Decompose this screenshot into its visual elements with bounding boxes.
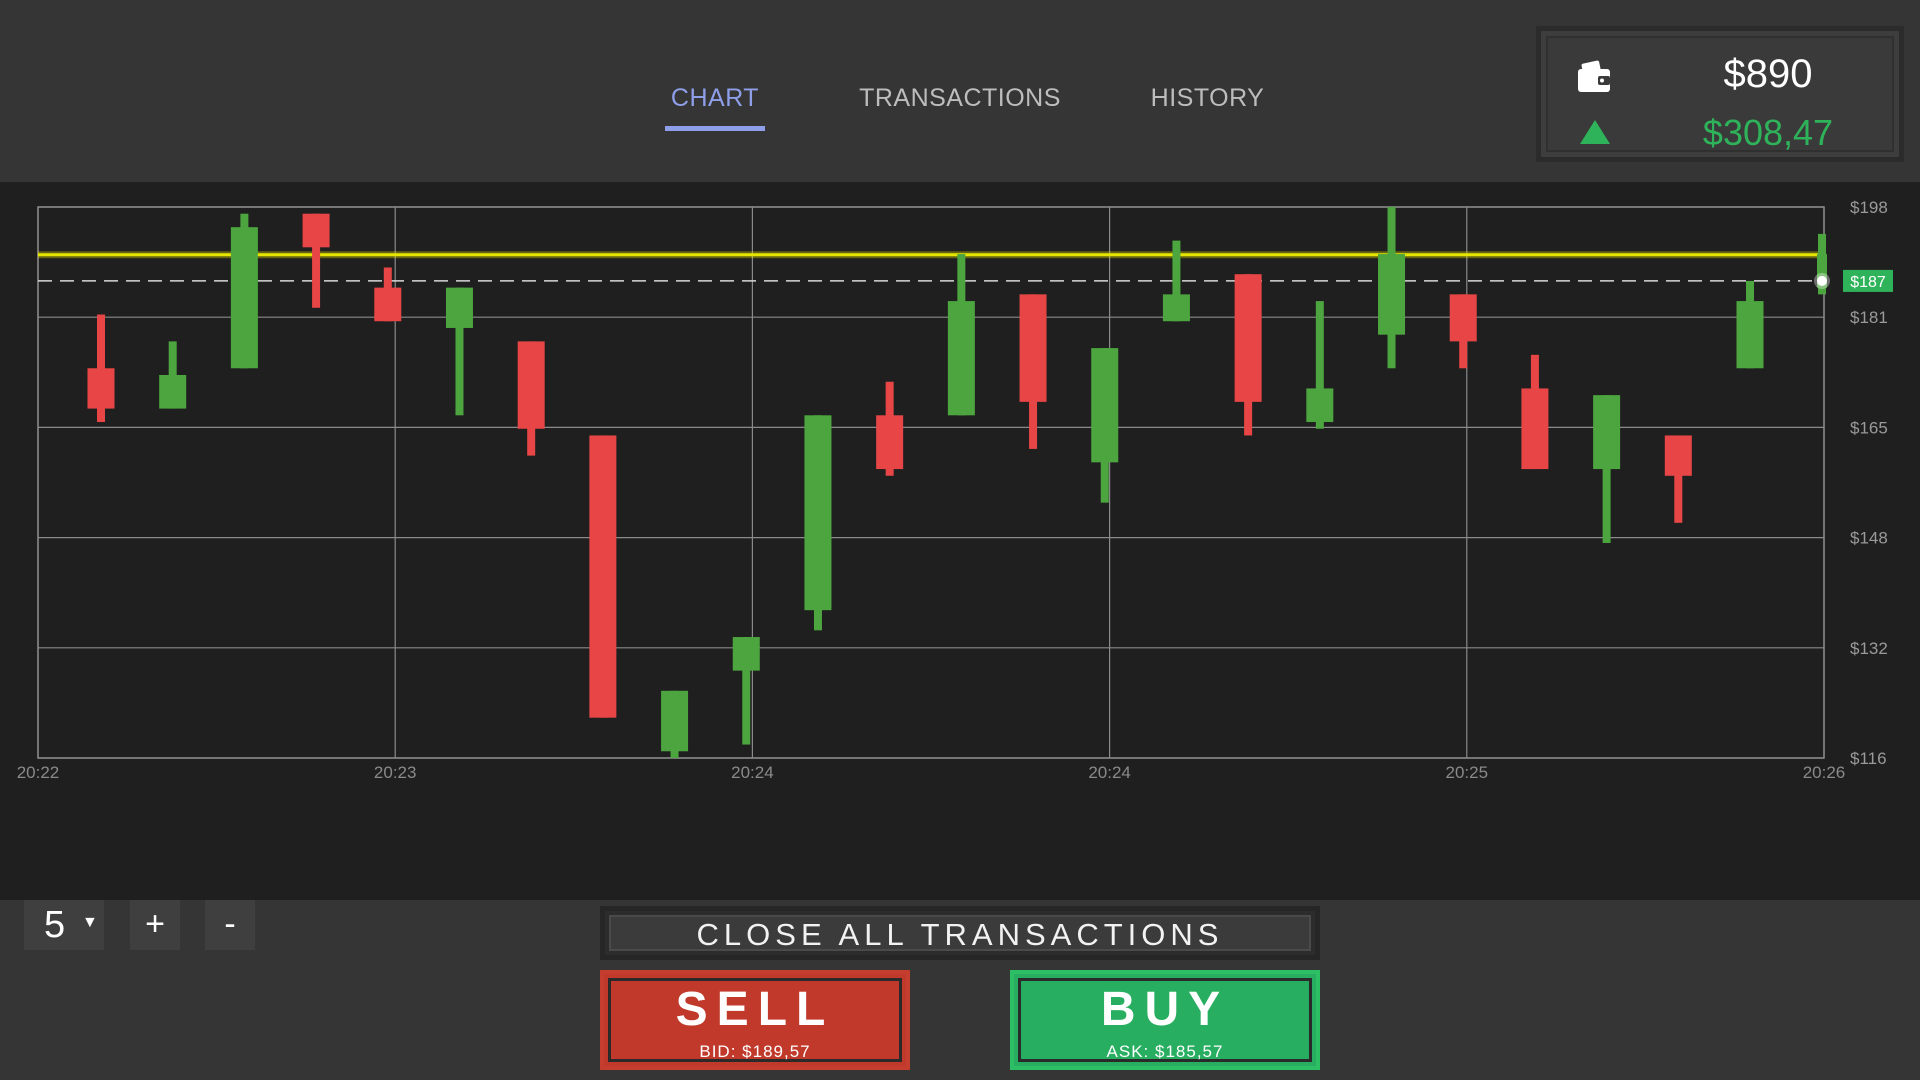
candle-down — [517, 341, 545, 429]
candle-up — [732, 637, 760, 671]
candle-up — [804, 415, 832, 611]
y-tick-label: $165 — [1850, 418, 1888, 437]
chart-panel: $198 $181 $165 $148 $132 $116 20:22 20:23 20:24 2… — [0, 182, 1920, 900]
candlestick-chart[interactable]: $198 $181 $165 $148 $132 $116 20:22 20:23 20:24 2… — [0, 182, 1920, 900]
ask-price: ASK: $185,57 — [1106, 1042, 1224, 1061]
y-tick-label: $198 — [1850, 198, 1888, 217]
tab-chart[interactable]: CHART — [660, 84, 770, 113]
y-tick-label: $116 — [1850, 749, 1887, 768]
tab-active-underline — [665, 126, 765, 131]
candle-down — [589, 435, 617, 718]
balance-value: $890 — [1723, 52, 1813, 96]
candle-down — [1521, 388, 1549, 470]
candle-down — [1664, 435, 1692, 476]
close-all-label: CLOSE ALL TRANSACTIONS — [609, 915, 1311, 952]
candle-up — [1162, 294, 1190, 322]
x-tick-label: 20:22 — [17, 763, 60, 782]
candle-up — [1378, 254, 1406, 335]
x-tick-label: 20:23 — [374, 763, 417, 782]
buy-label: BUY — [1100, 983, 1230, 1036]
sell-label: SELL — [675, 983, 835, 1036]
x-tick-label: 20:24 — [1088, 763, 1131, 782]
current-price-dot — [1817, 275, 1827, 286]
triangle-up-icon — [1580, 120, 1610, 144]
candle-down — [876, 415, 904, 470]
wallet-icon — [1578, 60, 1610, 92]
candle-up — [1736, 301, 1764, 369]
candle-down — [374, 287, 402, 322]
candle-up — [947, 301, 975, 416]
candle-down — [87, 368, 115, 409]
candle-down — [1019, 294, 1047, 402]
x-tick-label: 20:26 — [1803, 763, 1846, 782]
candle-up — [1306, 388, 1334, 423]
buy-button[interactable]: BUY ASK: $185,57 — [1010, 970, 1320, 1070]
zoom-select[interactable]: 5 ▼ — [24, 900, 104, 950]
header: CHART TRANSACTIONS HISTORY $890 $308,47 — [0, 0, 1920, 180]
candle-up — [159, 374, 187, 409]
candle-up — [445, 287, 473, 328]
plot-frame — [37, 206, 1825, 759]
x-tick-label: 20:25 — [1446, 763, 1489, 782]
y-tick-label: $181 — [1850, 308, 1888, 327]
y-tick-label: $148 — [1850, 529, 1888, 548]
tab-history[interactable]: HISTORY — [1140, 84, 1275, 113]
candle-up — [1593, 395, 1621, 470]
zoom-out-button[interactable]: - — [205, 900, 255, 950]
candle-down — [1234, 274, 1262, 402]
candle-up — [1091, 348, 1119, 463]
x-tick-label: 20:24 — [731, 763, 774, 782]
sell-button[interactable]: SELL BID: $189,57 — [600, 970, 910, 1070]
bid-price: BID: $189,57 — [699, 1042, 811, 1061]
y-tick-label: $132 — [1850, 639, 1888, 658]
zoom-value: 5 — [44, 904, 66, 946]
profit-value: $308,47 — [1702, 112, 1834, 153]
balance-panel-inner: $890 $308,47 — [1546, 36, 1894, 153]
zoom-in-button[interactable]: + — [130, 900, 180, 950]
candle-down — [302, 213, 330, 248]
current-price-label: $187 — [1850, 274, 1886, 291]
balance-panel: $890 $308,47 — [1536, 26, 1904, 162]
candle-up — [661, 690, 689, 752]
candle-up — [230, 227, 258, 369]
tab-transactions[interactable]: TRANSACTIONS — [855, 84, 1065, 113]
caret-down-icon: ▼ — [82, 914, 98, 931]
close-all-transactions-button[interactable]: CLOSE ALL TRANSACTIONS — [600, 906, 1320, 960]
candle-down — [1449, 294, 1477, 342]
